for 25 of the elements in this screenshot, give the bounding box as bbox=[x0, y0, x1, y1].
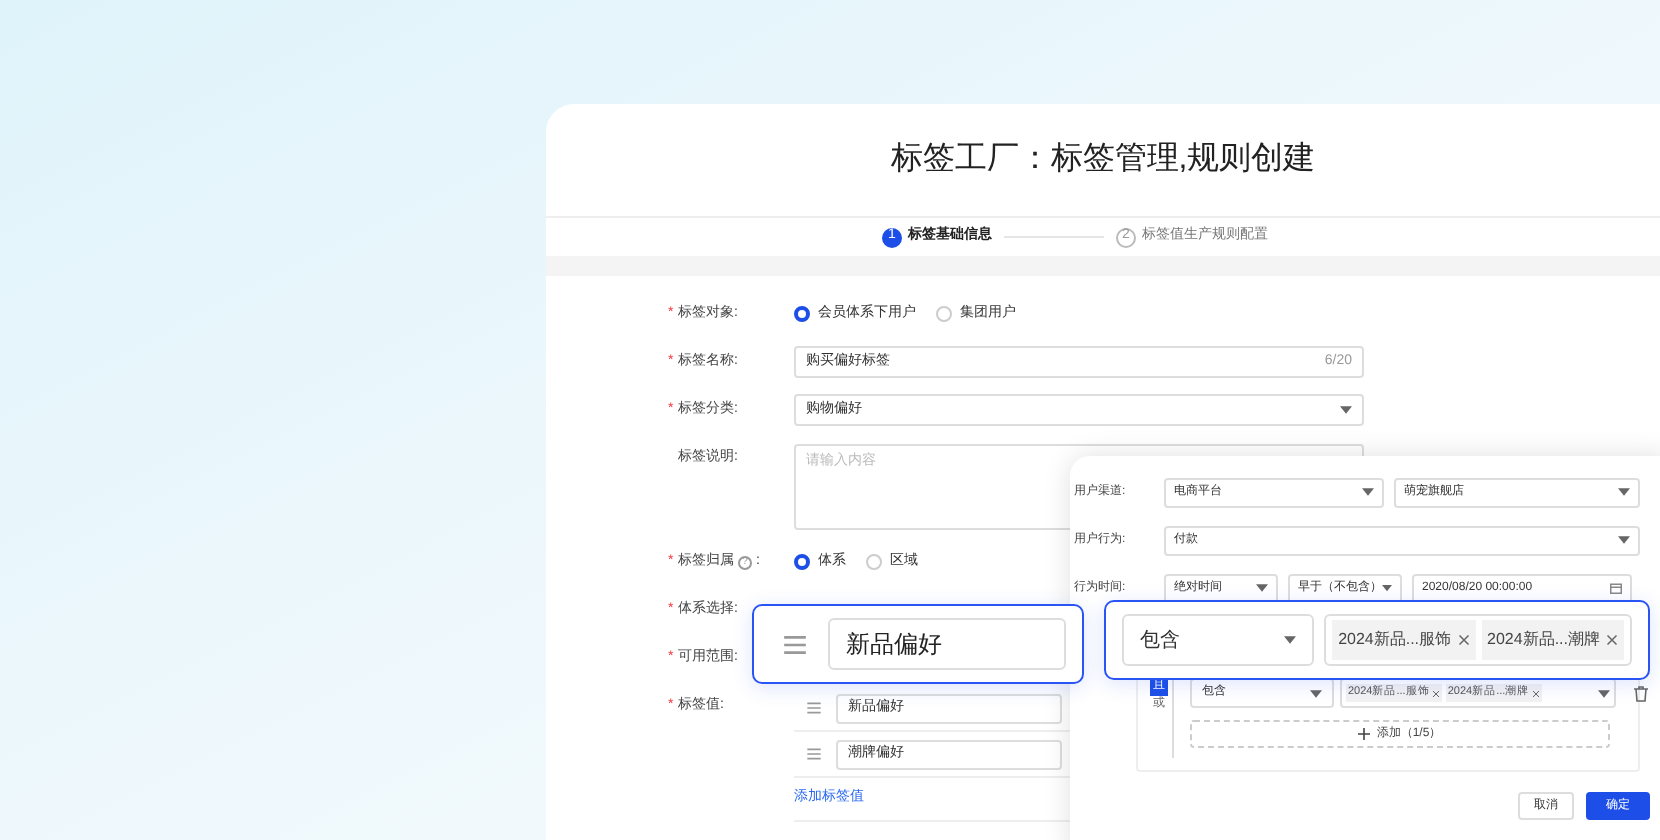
calendar-icon bbox=[1610, 582, 1622, 594]
trash-icon[interactable] bbox=[1634, 685, 1648, 701]
drag-handle-icon[interactable] bbox=[806, 700, 822, 716]
tag: 2024新品...服饰 bbox=[1332, 620, 1476, 660]
caret-icon bbox=[1598, 689, 1610, 697]
drag-handle-icon[interactable] bbox=[782, 631, 808, 657]
caret-icon bbox=[1618, 488, 1630, 496]
close-icon[interactable] bbox=[1531, 689, 1540, 697]
tag: 2024新品...潮牌 bbox=[1481, 620, 1624, 660]
drag-handle-icon[interactable] bbox=[806, 746, 822, 762]
page-title: 标签工厂：标签管理,规则创建 bbox=[888, 139, 1318, 180]
caret-icon bbox=[1256, 584, 1268, 592]
close-icon[interactable] bbox=[1457, 634, 1470, 646]
close-icon[interactable] bbox=[1606, 634, 1618, 646]
close-icon[interactable] bbox=[1431, 689, 1440, 697]
select-field[interactable]: 包含 bbox=[1122, 614, 1315, 666]
tag-select[interactable]: 2024新品...服饰 2024新品...潮牌 bbox=[1324, 614, 1632, 666]
caret-icon bbox=[1340, 406, 1352, 414]
text-field[interactable]: 新品偏好 bbox=[828, 618, 1066, 670]
caret-icon bbox=[1618, 536, 1630, 544]
caret-icon bbox=[1382, 584, 1392, 592]
caret-icon bbox=[1362, 488, 1374, 496]
caret-icon bbox=[1310, 689, 1322, 697]
caret-icon bbox=[1284, 636, 1297, 644]
plus-icon bbox=[1358, 728, 1371, 740]
